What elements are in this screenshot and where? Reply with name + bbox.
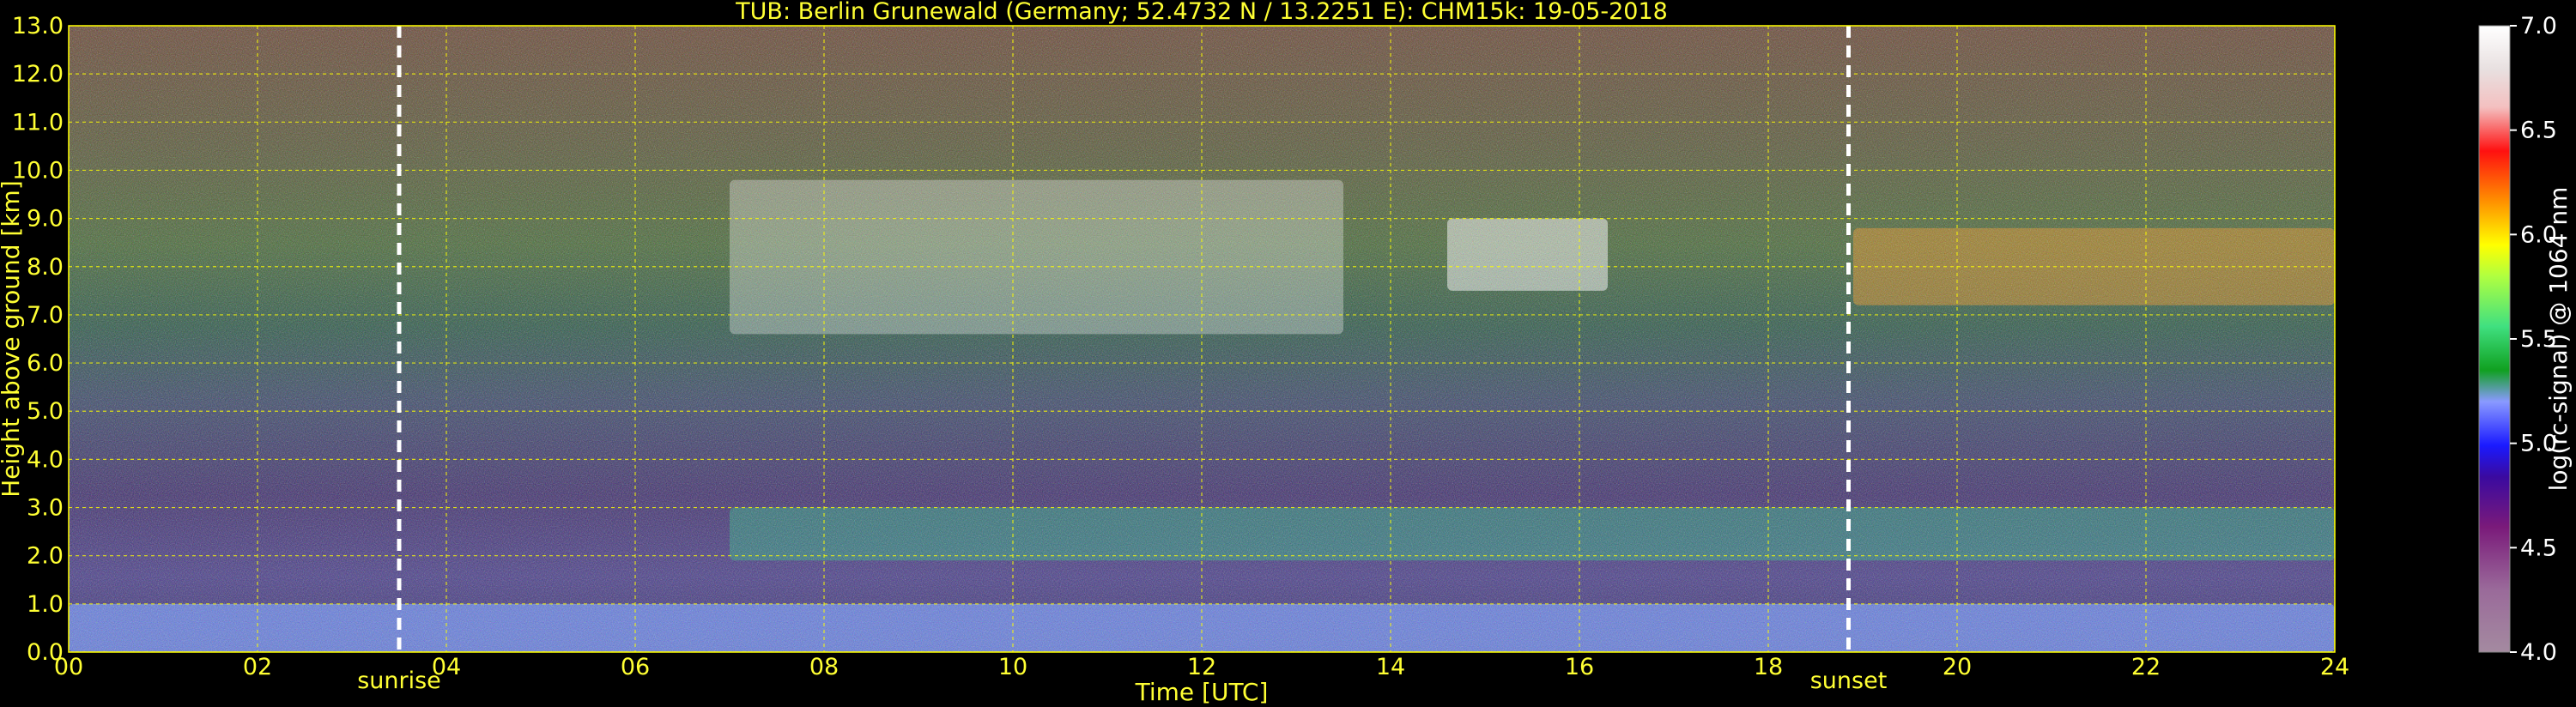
x-tick-label: 18 <box>1754 654 1783 680</box>
plot-area <box>69 26 2335 652</box>
y-tick-label: 8.0 <box>27 254 64 281</box>
lidar-chart: TUB: Berlin Grunewald (Germany; 52.4732 … <box>0 0 2573 706</box>
y-tick-label: 11.0 <box>12 109 64 136</box>
y-tick-label: 10.0 <box>12 157 64 184</box>
y-tick-label: 9.0 <box>27 206 64 233</box>
noise-overlay <box>69 26 2335 652</box>
colorbar-tick-label: 7.0 <box>2520 13 2557 39</box>
x-tick-label: 22 <box>2131 654 2161 680</box>
chart-title: TUB: Berlin Grunewald (Germany; 52.4732 … <box>735 0 1668 25</box>
y-tick-label: 12.0 <box>12 61 64 88</box>
x-tick-label: 14 <box>1376 654 1405 680</box>
sunrise-label: sunrise <box>357 668 441 694</box>
colorbar-gradient <box>2478 25 2511 653</box>
y-tick-label: 0.0 <box>27 639 64 666</box>
y-tick-label: 7.0 <box>27 302 64 329</box>
y-tick-label: 2.0 <box>27 543 64 570</box>
x-tick-label: 16 <box>1565 654 1594 680</box>
x-tick-label: 08 <box>809 654 839 680</box>
x-tick-label: 24 <box>2320 654 2349 680</box>
y-tick-label: 1.0 <box>27 591 64 618</box>
x-tick-label: 12 <box>1187 654 1216 680</box>
colorbar-label: log(rc-signal) @ 1064 nm <box>2544 187 2573 492</box>
colorbar-tick-label: 4.5 <box>2520 535 2557 561</box>
colorbar-tick-label: 4.0 <box>2520 639 2557 666</box>
y-tick-label: 5.0 <box>27 398 64 425</box>
x-axis-label: Time [UTC] <box>1135 678 1269 706</box>
x-tick-label: 06 <box>621 654 650 680</box>
y-axis-label: Height above ground [km] <box>0 180 25 498</box>
x-tick-label: 10 <box>998 654 1027 680</box>
y-tick-label: 6.0 <box>27 350 64 377</box>
x-tick-label: 20 <box>1943 654 1972 680</box>
x-tick-label: 02 <box>243 654 272 680</box>
colorbar: 4.04.55.05.56.06.57.0 log(rc-signal) @ 1… <box>2478 13 2573 666</box>
sunset-label: sunset <box>1810 668 1888 694</box>
y-tick-label: 13.0 <box>12 13 64 39</box>
colorbar-tick-label: 6.5 <box>2520 118 2557 144</box>
y-tick-label: 3.0 <box>27 495 64 522</box>
annotation-labels: sunrise sunset <box>357 668 1887 694</box>
y-tick-label: 4.0 <box>27 446 64 473</box>
